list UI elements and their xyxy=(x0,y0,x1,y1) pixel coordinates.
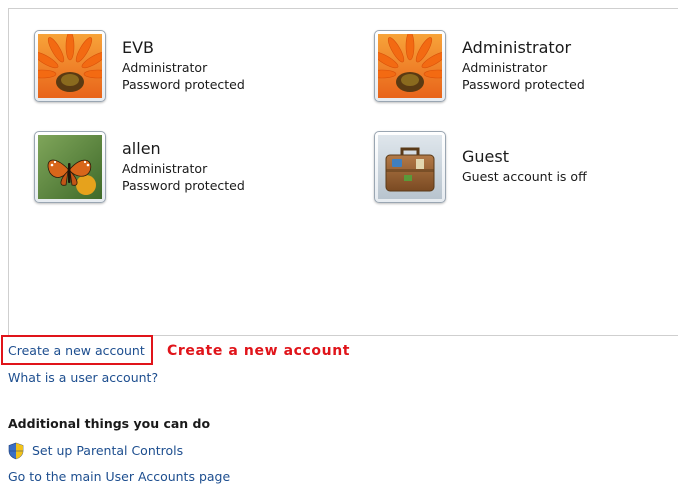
orange-flower-picture xyxy=(38,34,102,98)
account-name: Administrator xyxy=(462,38,572,57)
account-info: EVB Administrator Password protected xyxy=(122,38,245,93)
account-name: EVB xyxy=(122,38,155,57)
account-status: Password protected xyxy=(122,178,245,193)
account-role: Administrator xyxy=(122,161,208,176)
account-status: Guest account is off xyxy=(462,169,587,184)
account-allen[interactable]: allen Administrator Password protected xyxy=(34,131,245,203)
uac-shield-icon xyxy=(8,442,24,460)
account-role: Administrator xyxy=(122,60,208,75)
account-role: Administrator xyxy=(462,60,548,75)
what-is-user-account-link[interactable]: What is a user account? xyxy=(8,370,158,385)
orange-flower-picture xyxy=(378,34,442,98)
butterfly-picture xyxy=(38,135,102,199)
account-picture-frame xyxy=(34,131,106,203)
account-picture-frame xyxy=(34,30,106,102)
parental-controls-link[interactable]: Set up Parental Controls xyxy=(32,443,183,458)
account-info: allen Administrator Password protected xyxy=(122,139,245,194)
main-user-accounts-link[interactable]: Go to the main User Accounts page xyxy=(8,469,230,484)
create-account-annotation: Create a new account xyxy=(167,343,351,359)
account-info: Administrator Administrator Password pro… xyxy=(462,38,585,93)
account-info: Guest Guest account is off xyxy=(462,147,587,185)
account-evb[interactable]: EVB Administrator Password protected xyxy=(34,30,245,102)
suitcase-picture xyxy=(378,135,442,199)
create-account-link[interactable]: Create a new account xyxy=(8,343,145,358)
additional-tasks-heading: Additional things you can do xyxy=(8,416,211,431)
account-name: allen xyxy=(122,139,161,158)
account-status: Password protected xyxy=(122,77,245,92)
account-picture-frame xyxy=(374,30,446,102)
account-status: Password protected xyxy=(462,77,585,92)
account-guest[interactable]: Guest Guest account is off xyxy=(374,131,587,203)
account-picture-frame xyxy=(374,131,446,203)
account-administrator[interactable]: Administrator Administrator Password pro… xyxy=(374,30,585,102)
account-name: Guest xyxy=(462,147,509,166)
